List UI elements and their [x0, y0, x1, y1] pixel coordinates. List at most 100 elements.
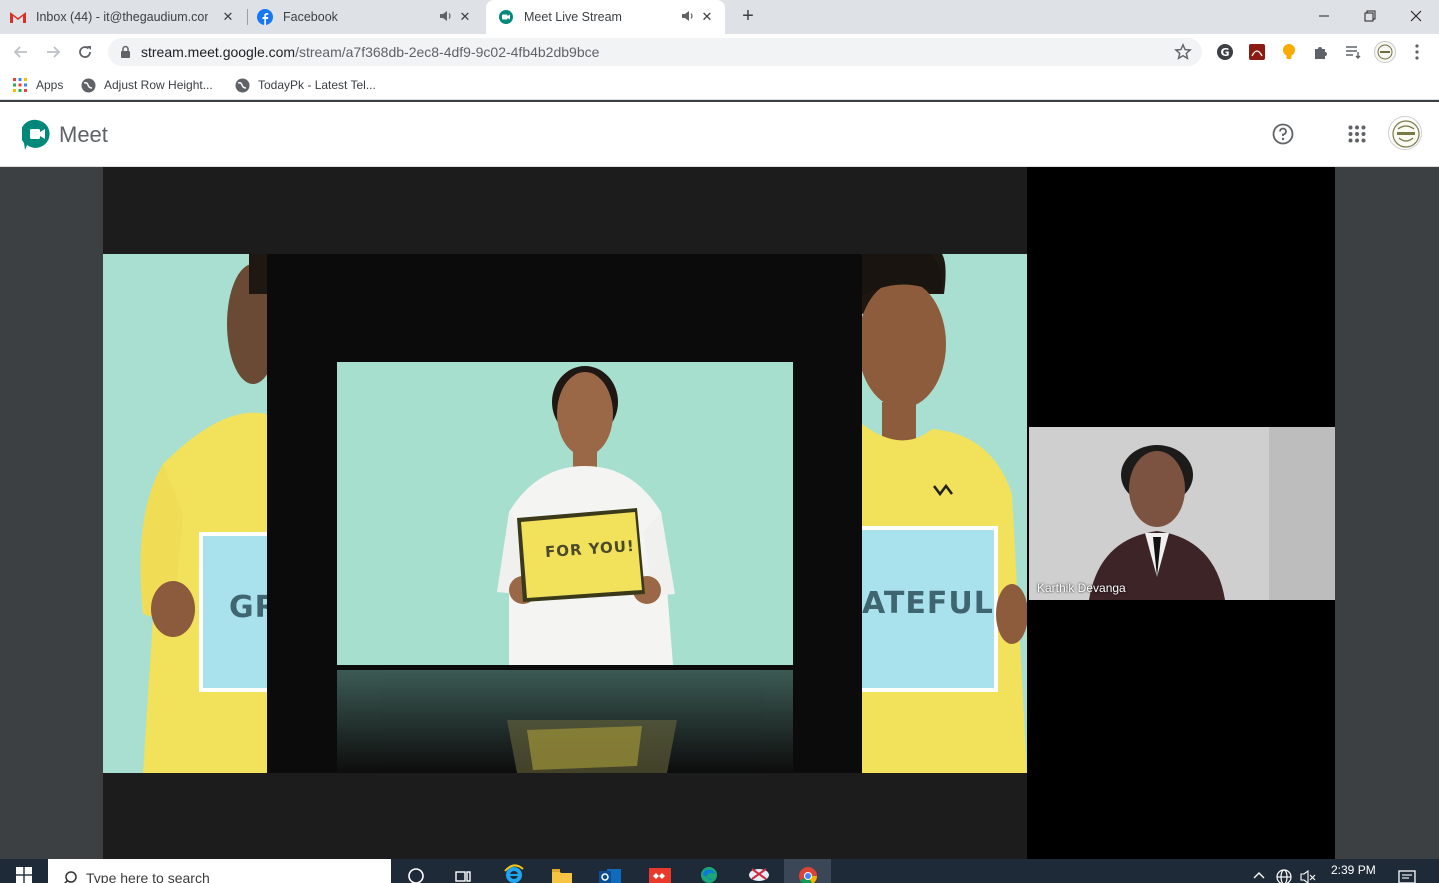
account-avatar[interactable] [1388, 116, 1422, 150]
reload-icon [79, 46, 91, 58]
taskbar-clock[interactable]: 2:39 PM [1331, 863, 1376, 877]
facebook-icon [257, 9, 273, 25]
tab-title: Inbox (44) - it@thegaudium.com [36, 10, 208, 24]
globe-icon [80, 77, 96, 93]
profile-crest-icon [1377, 44, 1393, 60]
person-center-image [497, 366, 675, 665]
outlook-button[interactable] [598, 863, 622, 883]
snipping-tool-icon [749, 868, 769, 881]
bookmark-label: Apps [36, 78, 64, 92]
minimize-button[interactable] [1301, 0, 1347, 32]
video-panel-right: ATEFUL [862, 254, 1027, 773]
globe-icon [1276, 869, 1292, 883]
bookmark-adjust-row-height[interactable]: Adjust Row Height... [80, 76, 213, 94]
url-text: stream.meet.google.com/stream/a7f368db-2… [141, 44, 599, 60]
edge-icon [701, 867, 717, 883]
anydesk-button[interactable] [648, 863, 672, 883]
meet-icon [498, 9, 514, 25]
help-button[interactable] [1270, 121, 1296, 147]
video-frame: GR ATEFUL [103, 254, 1027, 773]
arrow-left-icon [13, 46, 27, 58]
bookmark-label: TodayPk - Latest Tel... [258, 78, 376, 92]
close-tab-icon[interactable]: ✕ [457, 9, 473, 25]
notifications-icon [1398, 870, 1416, 883]
main-video-feed[interactable]: GR ATEFUL [103, 167, 1027, 859]
chrome-taskbar-button[interactable] [784, 859, 831, 883]
arrow-right-icon [47, 46, 61, 58]
tab-title: Facebook [283, 10, 338, 24]
restore-icon [1364, 10, 1376, 22]
forward-button[interactable] [41, 40, 65, 64]
sign-left-text: GR [229, 590, 267, 625]
reload-button[interactable] [73, 40, 97, 64]
snipping-tool-button[interactable] [747, 863, 771, 883]
tab-gmail[interactable]: Inbox (44) - it@thegaudium.com ✕ [10, 0, 246, 34]
meet-product-name: Meet [59, 122, 108, 147]
participant-video-image [1029, 427, 1335, 600]
back-button[interactable] [9, 40, 33, 64]
lightbulb-extension-icon[interactable] [1279, 42, 1299, 62]
bookmarks-bar: Apps Adjust Row Height... TodayPk - Late… [0, 70, 1439, 100]
notifications-button[interactable] [1395, 863, 1419, 883]
close-icon [1410, 10, 1422, 22]
restore-button[interactable] [1347, 0, 1393, 32]
close-tab-icon[interactable]: ✕ [699, 9, 715, 25]
tab-meet-live-stream[interactable]: Meet Live Stream ✕ [486, 0, 725, 34]
anydesk-icon [649, 868, 671, 883]
close-window-button[interactable] [1393, 0, 1439, 32]
url-host: stream.meet.google.com [141, 44, 296, 60]
show-hidden-icons-button[interactable] [1250, 863, 1268, 883]
close-tab-icon[interactable]: ✕ [220, 9, 236, 25]
apps-grid-icon [1348, 125, 1366, 143]
bookmark-apps[interactable]: Apps [12, 76, 63, 94]
gmail-icon [10, 9, 26, 25]
meet-logo[interactable]: Meet [22, 119, 108, 151]
new-tab-button[interactable]: + [736, 5, 760, 29]
folder-icon [552, 869, 572, 883]
task-view-icon [455, 871, 471, 882]
grammar-extension-icon[interactable]: G [1215, 42, 1235, 62]
file-explorer-button[interactable] [550, 863, 574, 883]
bookmark-star-icon[interactable] [1174, 43, 1192, 66]
globe-icon [234, 77, 250, 93]
taskbar-search-input[interactable]: Type here to search [48, 859, 391, 883]
video-panel-reflection [337, 670, 793, 773]
reading-list-icon[interactable] [1343, 42, 1363, 62]
person-right-image [862, 254, 1027, 773]
chrome-menu-icon[interactable] [1407, 42, 1427, 62]
person-left-image [140, 254, 267, 773]
participant-name-label: Karthik Devanga [1037, 581, 1126, 595]
task-view-button[interactable] [451, 863, 475, 883]
volume-muted-icon [1300, 869, 1316, 883]
meet-logo-icon [22, 119, 50, 150]
internet-explorer-icon [504, 864, 524, 883]
video-panel-left: GR [103, 254, 267, 773]
speaker-icon[interactable] [439, 9, 453, 23]
tab-strip: Inbox (44) - it@thegaudium.com ✕ Faceboo… [0, 0, 1439, 34]
cortana-icon [408, 868, 424, 883]
profile-avatar[interactable] [1374, 41, 1396, 63]
tab-facebook[interactable]: Facebook ✕ [257, 0, 483, 34]
edge-button[interactable] [697, 863, 721, 883]
network-button[interactable] [1274, 863, 1294, 883]
lock-icon[interactable] [120, 45, 131, 64]
pdf-extension-icon[interactable] [1247, 42, 1267, 62]
sign-right-text: ATEFUL [862, 586, 994, 621]
search-placeholder: Type here to search [86, 870, 210, 883]
participant-tile[interactable] [1029, 427, 1335, 600]
apps-grid-icon [12, 77, 28, 93]
svg-text:G: G [1220, 46, 1229, 59]
internet-explorer-button[interactable] [502, 863, 526, 883]
windows-logo-icon [16, 867, 32, 883]
google-apps-button[interactable] [1344, 121, 1370, 147]
address-bar[interactable]: stream.meet.google.com/stream/a7f368db-2… [108, 38, 1202, 66]
chrome-icon [798, 867, 817, 883]
meet-header: Meet [0, 102, 1439, 167]
search-icon [63, 871, 77, 883]
bookmark-todaypk[interactable]: TodayPk - Latest Tel... [234, 76, 376, 94]
extensions-puzzle-icon[interactable] [1311, 42, 1331, 62]
volume-button[interactable] [1298, 863, 1318, 883]
start-button[interactable] [0, 859, 48, 883]
cortana-button[interactable] [404, 863, 428, 883]
speaker-icon[interactable] [681, 9, 695, 23]
